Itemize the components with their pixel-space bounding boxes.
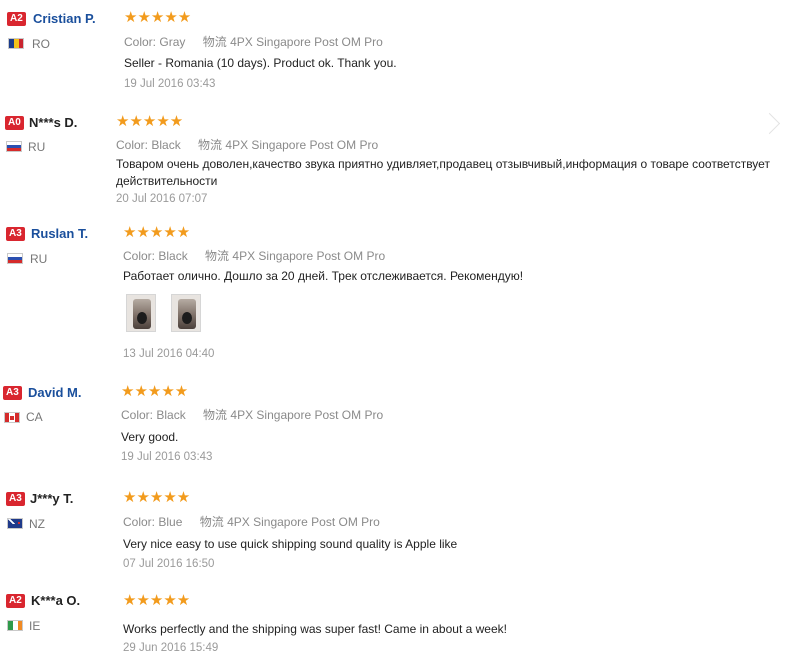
- color-label: Color:: [123, 249, 156, 263]
- reviewer-country: RU: [28, 140, 46, 154]
- star-rating: ★★★★★: [121, 383, 189, 400]
- review-date: 07 Jul 2016 16:50: [123, 558, 215, 570]
- color-label: Color:: [121, 408, 154, 422]
- shipping-method: 4PX Singapore Post OM Pro: [227, 515, 380, 529]
- color-value: Black: [151, 138, 181, 152]
- reviewer-name: K***a O.: [31, 593, 81, 608]
- ireland-flag-icon: [7, 620, 23, 631]
- review-photo-thumbnail[interactable]: [171, 294, 201, 332]
- order-info: Color: Black 物流 4PX Singapore Post OM Pr…: [121, 406, 383, 423]
- review-text: Works perfectly and the shipping was sup…: [123, 622, 507, 636]
- review-date: 19 Jul 2016 03:43: [124, 78, 216, 90]
- reviewer-name[interactable]: David M.: [28, 385, 81, 400]
- review-date: 13 Jul 2016 04:40: [123, 348, 215, 360]
- order-info: Color: Blue 物流 4PX Singapore Post OM Pro: [123, 513, 380, 530]
- buyer-level-badge: A2: [7, 12, 26, 26]
- reviewer-country: IE: [29, 619, 41, 633]
- shipping-method: 4PX Singapore Post OM Pro: [232, 249, 386, 263]
- shipping-label: 物流: [202, 35, 227, 49]
- reviewer-country: RU: [30, 252, 48, 266]
- shipping-label: 物流: [203, 408, 228, 422]
- russia-flag-icon: [7, 253, 23, 264]
- review-text: Very good.: [121, 430, 179, 444]
- reviewer-country: RO: [32, 37, 50, 51]
- review-text: Seller - Romania (10 days). Product ok. …: [124, 56, 397, 70]
- color-value: Black: [156, 408, 186, 422]
- star-rating: ★★★★★: [116, 113, 184, 130]
- canada-flag-icon: [4, 412, 20, 423]
- order-info: Color: Gray 物流 4PX Singapore Post OM Pro: [124, 33, 383, 50]
- buyer-level-badge: A3: [6, 492, 25, 506]
- shipping-method: 4PX Singapore Post OM Pro: [230, 408, 384, 422]
- chevron-right-icon: [758, 112, 781, 135]
- reviewer-country: CA: [26, 410, 43, 424]
- reviewer-name[interactable]: Cristian P.: [33, 11, 96, 26]
- review-text: Работает оличнo. Дошло за 20 дней. Трек …: [123, 269, 524, 283]
- buyer-level-badge: A2: [6, 594, 25, 608]
- shipping-method: 4PX Singapore Post OM Pro: [225, 138, 379, 152]
- color-value: Gray: [159, 35, 186, 49]
- russia-flag-icon: [6, 141, 22, 152]
- buyer-level-badge: A3: [6, 227, 25, 241]
- shipping-label: 物流: [199, 515, 224, 529]
- star-rating: ★★★★★: [123, 592, 191, 609]
- star-rating: ★★★★★: [123, 489, 191, 506]
- reviewer-name: N***s D.: [29, 115, 78, 130]
- reviewer-name[interactable]: Ruslan T.: [31, 226, 88, 241]
- shipping-label: 物流: [205, 249, 230, 263]
- order-info: Color: Black 物流 4PX Singapore Post OM Pr…: [123, 247, 385, 264]
- review-photo-thumbnail[interactable]: [126, 294, 156, 332]
- reviewer-name: J***y T.: [30, 491, 74, 506]
- color-label: Color:: [116, 138, 149, 152]
- shipping-label: 物流: [198, 138, 223, 152]
- review-date: 19 Jul 2016 03:43: [121, 451, 213, 463]
- color-label: Color:: [123, 515, 156, 529]
- star-rating: ★★★★★: [123, 224, 191, 241]
- review-text: Товаром очень доволен,качество звука при…: [116, 157, 770, 188]
- color-value: Blue: [158, 515, 183, 529]
- star-rating: ★★★★★: [124, 9, 192, 26]
- shipping-method: 4PX Singapore Post OM Pro: [230, 35, 383, 49]
- review-date: 20 Jul 2016 07:07: [116, 193, 208, 205]
- color-value: Black: [158, 249, 188, 263]
- buyer-level-badge: A0: [5, 116, 24, 130]
- new-zealand-flag-icon: [7, 518, 23, 529]
- reviewer-country: NZ: [29, 517, 45, 531]
- romania-flag-icon: [8, 38, 24, 49]
- buyer-level-badge: A3: [3, 386, 22, 400]
- review-text: Very nice easy to use quick shipping sou…: [123, 537, 458, 551]
- order-info: Color: Black 物流 4PX Singapore Post OM Pr…: [116, 136, 378, 153]
- color-label: Color:: [124, 35, 157, 49]
- review-date: 29 Jun 2016 15:49: [123, 642, 219, 654]
